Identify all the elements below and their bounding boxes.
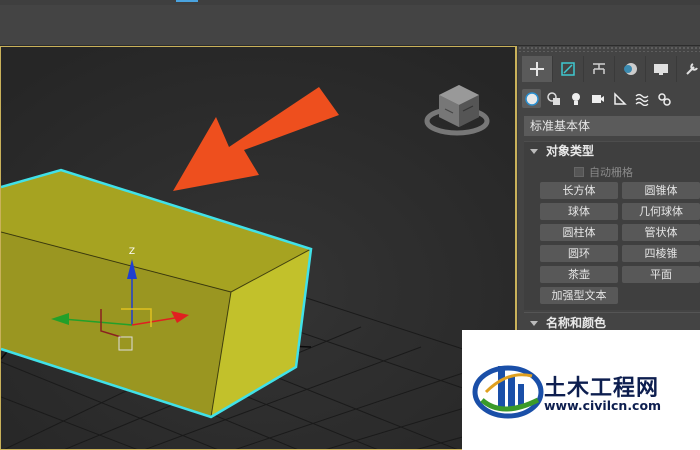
spacewarps-icon <box>635 93 648 106</box>
category-lights[interactable] <box>566 89 585 108</box>
utilities-wrench-icon <box>686 63 698 75</box>
shapes-icon <box>546 91 560 105</box>
category-helpers[interactable] <box>610 89 629 108</box>
plane-button[interactable]: 平面 <box>622 266 700 283</box>
torus-button[interactable]: 圆环 <box>540 245 618 262</box>
autogrid-checkbox[interactable] <box>574 167 584 177</box>
name-color-title: 名称和颜色 <box>546 316 607 330</box>
hierarchy-icon <box>593 63 605 74</box>
hierarchy-tab[interactable] <box>584 56 615 82</box>
collapse-triangle-icon <box>530 148 538 154</box>
modify-icon <box>561 62 575 76</box>
lights-icon <box>571 92 580 105</box>
cameras-icon <box>591 94 604 103</box>
toolbar-row <box>0 5 700 46</box>
autogrid-label: 自动栅格 <box>589 166 633 179</box>
rollout-separator <box>524 312 700 313</box>
motion-icon <box>624 63 637 75</box>
watermark-url: www.civilcn.com <box>544 398 662 413</box>
geosphere-button[interactable]: 几何球体 <box>622 203 700 220</box>
teapot-button[interactable]: 茶壶 <box>540 266 618 283</box>
z-axis-label: Z <box>129 247 135 257</box>
display-icon <box>654 64 668 75</box>
category-cameras[interactable] <box>588 89 607 108</box>
object-type-rollout-header[interactable]: 对象类型 <box>524 142 700 160</box>
collapse-triangle-icon <box>530 320 538 326</box>
motion-tab[interactable] <box>615 56 646 82</box>
category-spacewarps[interactable] <box>632 89 651 108</box>
plus-icon <box>530 62 544 76</box>
systems-icon <box>657 92 671 106</box>
category-icons <box>522 89 673 108</box>
modify-tab[interactable] <box>553 56 584 82</box>
object-category-dropdown[interactable]: 标准基本体 <box>524 116 700 136</box>
cone-button[interactable]: 圆锥体 <box>622 182 700 199</box>
viewport-scene: Z <box>1 47 515 449</box>
category-geometry[interactable] <box>522 89 541 108</box>
command-panel-tabs <box>522 56 700 82</box>
display-tab[interactable] <box>646 56 677 82</box>
box-button[interactable]: 长方体 <box>540 182 618 199</box>
category-shapes[interactable] <box>544 89 563 108</box>
helpers-icon <box>613 91 627 105</box>
top-highlight <box>176 0 198 2</box>
object-type-title: 对象类型 <box>546 144 595 158</box>
sphere-button[interactable]: 球体 <box>540 203 618 220</box>
panel-grip[interactable] <box>518 46 700 52</box>
autogrid-option[interactable]: 自动栅格 <box>574 164 633 180</box>
textplus-button[interactable]: 加强型文本 <box>540 287 618 304</box>
cylinder-button[interactable]: 圆柱体 <box>540 224 618 241</box>
perspective-viewport[interactable]: Z <box>0 46 517 450</box>
geometry-sphere-icon <box>524 91 539 106</box>
tube-button[interactable]: 管状体 <box>622 224 700 241</box>
create-tab[interactable] <box>522 56 553 82</box>
civilcn-logo-icon <box>472 365 544 419</box>
pyramid-button[interactable]: 四棱锥 <box>622 245 700 262</box>
category-systems[interactable] <box>654 89 673 108</box>
watermark-logo: 土木工程网 www.civilcn.com <box>462 330 700 450</box>
utilities-tab[interactable] <box>677 56 700 82</box>
